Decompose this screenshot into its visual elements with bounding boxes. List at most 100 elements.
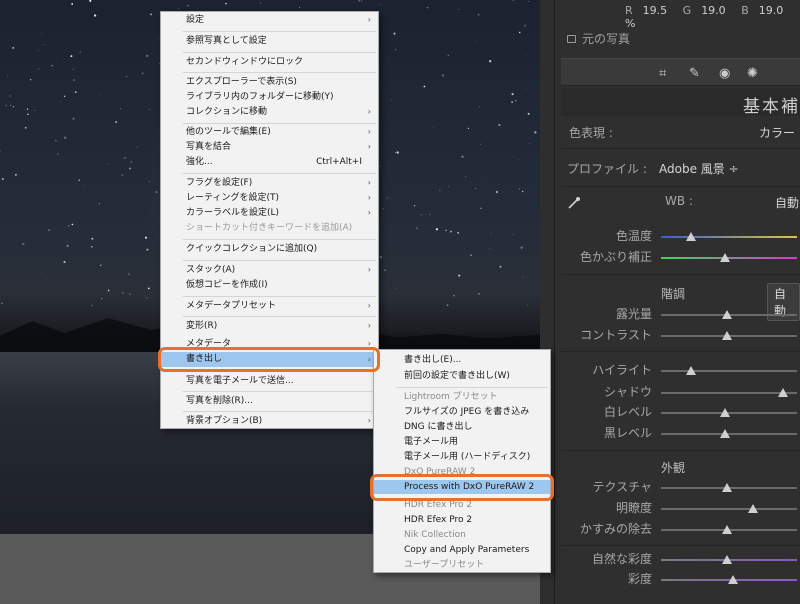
clarity-slider-knob[interactable] [748, 504, 758, 513]
menu-item-enhance[interactable]: 強化... Ctrl+Alt+I [161, 155, 378, 169]
menu-item-label: 他のツールで編集(E) [186, 127, 271, 137]
star [148, 181, 150, 182]
contrast-slider-knob[interactable] [722, 331, 732, 340]
profile-dropdown[interactable]: Adobe 風景 ÷ [659, 160, 739, 177]
saturation-slider[interactable] [661, 575, 797, 584]
star [450, 230, 452, 233]
blacks-slider[interactable] [661, 429, 797, 438]
menu-item-email-photo[interactable]: 写真を電子メールで送信... [161, 374, 378, 388]
tint-slider-knob[interactable] [720, 253, 730, 262]
exposure-slider-knob[interactable] [722, 310, 732, 319]
texture-slider[interactable] [661, 483, 797, 492]
temp-slider-knob[interactable] [686, 232, 696, 241]
star [517, 159, 519, 160]
star [41, 272, 43, 274]
mask-icon[interactable]: ✺ [747, 66, 758, 81]
chevron-right-icon: › [367, 301, 371, 310]
temp-slider[interactable] [661, 232, 797, 241]
menu-item-label: フラグを設定(F) [186, 178, 253, 188]
star [74, 91, 77, 93]
star [130, 160, 132, 163]
submenu-item-hdr-efex[interactable]: HDR Efex Pro 2 [374, 513, 550, 527]
menu-item-label: HDR Efex Pro 2 [404, 515, 473, 525]
highlights-label: ハイライト [592, 363, 652, 377]
star [467, 127, 470, 130]
crop-icon[interactable]: ⌗ [659, 66, 666, 81]
vibrance-slider[interactable] [661, 555, 797, 564]
dehaze-slider-knob[interactable] [722, 525, 732, 534]
star [71, 223, 74, 226]
menu-item-label: メタデータプリセット [186, 301, 277, 311]
menu-item-add-quick-collection[interactable]: クイックコレクションに追加(Q) [161, 242, 378, 256]
blacks-slider-knob[interactable] [720, 429, 730, 438]
redeye-icon[interactable]: ◉ [719, 66, 730, 81]
shadows-slider-knob[interactable] [778, 388, 788, 397]
star [478, 293, 480, 295]
menu-item-edit-in[interactable]: 他のツールで編集(E) › [161, 125, 378, 139]
wb-dropdown[interactable]: 自動 [775, 194, 799, 211]
submenu-header-lightroom-presets: Lightroom プリセット [374, 390, 550, 404]
menu-item-create-virtual-copy[interactable]: 仮想コピーを作成(I) [161, 278, 378, 292]
whites-slider-knob[interactable] [720, 408, 730, 417]
menu-item-metadata-presets[interactable]: メタデータプリセット › [161, 299, 378, 313]
star [527, 304, 529, 306]
star [480, 207, 482, 209]
whites-slider[interactable] [661, 408, 797, 417]
star [482, 175, 484, 177]
menu-item-show-in-explorer[interactable]: エクスプローラーで表示(S) [161, 75, 378, 89]
submenu-item-copy-apply[interactable]: Copy and Apply Parameters [374, 543, 550, 557]
star [461, 155, 464, 158]
submenu-item-export-previous[interactable]: 前回の設定で書き出し(W) [374, 369, 550, 383]
menu-item-label: セカンドウィンドウにロック [186, 57, 304, 67]
star [57, 153, 59, 155]
saturation-slider-knob[interactable] [728, 575, 738, 584]
highlights-slider[interactable] [661, 366, 797, 375]
star [475, 39, 477, 41]
submenu-item-export-dng[interactable]: DNG に書き出し [374, 420, 550, 434]
menu-item-set-color-label[interactable]: カラーラベルを設定(L) › [161, 206, 378, 220]
submenu-item-full-jpeg[interactable]: フルサイズの JPEG を書き込み [374, 405, 550, 419]
star [24, 126, 27, 129]
menu-item-label: ショートカット付きキーワードを追加(A) [186, 223, 353, 233]
menu-item-set-flag[interactable]: フラグを設定(F) › [161, 176, 378, 190]
submenu-item-for-email-hd[interactable]: 電子メール用 (ハードディスク) [374, 450, 550, 464]
exposure-slider[interactable] [661, 310, 797, 319]
menu-item-set-reference[interactable]: 参照写真として設定 [161, 34, 378, 48]
star [133, 149, 135, 151]
menu-item-transform[interactable]: 変形(R) › [161, 319, 378, 333]
clarity-slider[interactable] [661, 504, 797, 513]
heal-icon[interactable]: ✎ [689, 66, 700, 81]
star [396, 151, 399, 154]
menu-item-go-to-folder[interactable]: ライブラリ内のフォルダーに移動(Y) [161, 90, 378, 104]
menu-item-photo-merge[interactable]: 写真を結合 › [161, 140, 378, 154]
menu-item-background-options[interactable]: 背景オプション(B) › [161, 414, 378, 428]
shadows-slider[interactable] [661, 388, 797, 397]
star [445, 229, 447, 232]
star [447, 54, 449, 56]
menu-item-remove-photo[interactable]: 写真を削除(R)... [161, 394, 378, 408]
tint-slider[interactable] [661, 253, 797, 262]
submenu-item-for-email[interactable]: 電子メール用 [374, 435, 550, 449]
star [51, 64, 54, 67]
star [511, 93, 514, 96]
treatment-value[interactable]: カラー [759, 124, 795, 141]
basic-section-header[interactable]: 基本補 [561, 88, 800, 117]
original-photo-toggle[interactable]: 元の写真 [567, 30, 630, 47]
star [178, 8, 179, 9]
dehaze-slider[interactable] [661, 525, 797, 534]
menu-item-set-rating[interactable]: レーティングを設定(T) › [161, 191, 378, 205]
star [143, 296, 145, 297]
star [391, 98, 392, 100]
menu-item-go-to-collection[interactable]: コレクションに移動 › [161, 105, 378, 119]
texture-slider-knob[interactable] [722, 483, 732, 492]
highlights-slider-knob[interactable] [686, 366, 696, 375]
vibrance-slider-knob[interactable] [722, 555, 732, 564]
menu-item-settings[interactable]: 設定 › [161, 13, 378, 27]
contrast-row: コントラスト [555, 326, 800, 344]
menu-item-stack[interactable]: スタック(A) › [161, 263, 378, 277]
star [126, 75, 128, 78]
star [413, 204, 416, 207]
contrast-slider[interactable] [661, 331, 797, 340]
menu-item-lock-second-window[interactable]: セカンドウィンドウにロック [161, 55, 378, 69]
submenu-item-export[interactable]: 書き出し(E)... [374, 353, 550, 367]
